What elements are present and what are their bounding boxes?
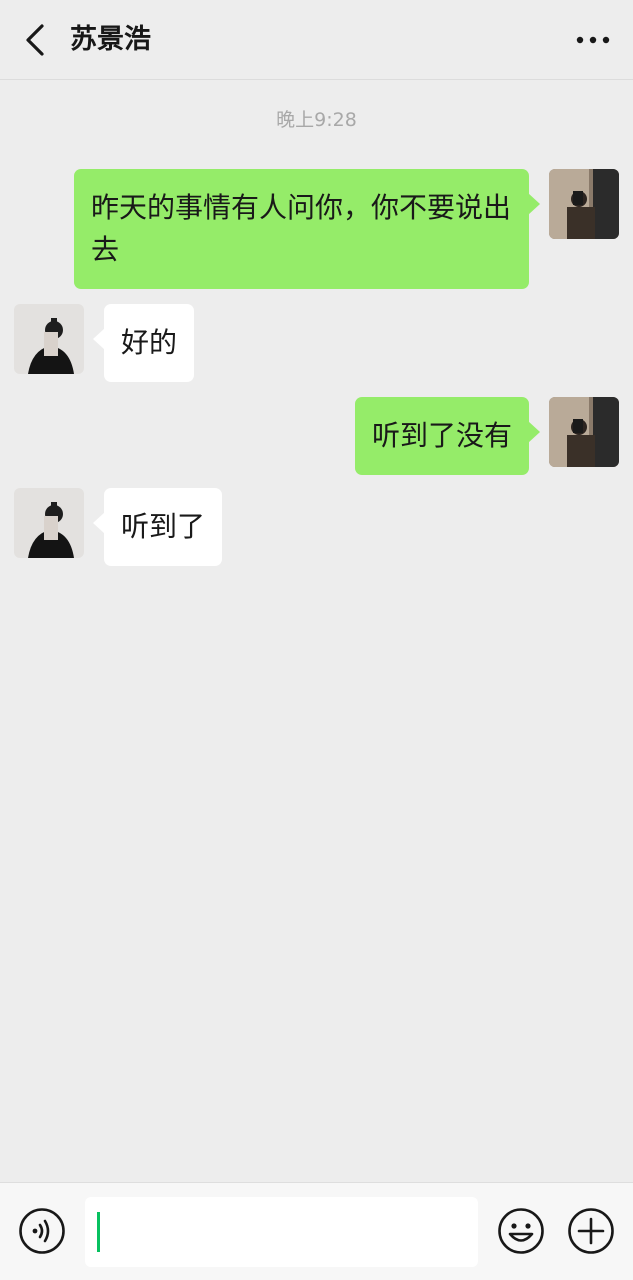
avatar-image	[14, 488, 84, 558]
message-text: 好的	[121, 326, 178, 359]
text-cursor	[97, 1212, 100, 1252]
message-bubble-received[interactable]: 听到了	[92, 488, 223, 566]
message-bubble-received[interactable]: 好的	[92, 304, 195, 382]
message-input[interactable]	[85, 1197, 478, 1267]
message-timestamp: 晚上9:28	[276, 109, 357, 131]
more-button[interactable]	[571, 18, 615, 62]
my-avatar[interactable]	[549, 169, 619, 239]
emoji-icon	[498, 1208, 544, 1254]
contact-avatar[interactable]	[14, 488, 84, 558]
voice-button[interactable]	[18, 1207, 66, 1255]
more-functions-button[interactable]	[567, 1207, 615, 1255]
message-bubble-sent[interactable]: 昨天的事情有人问你，你不要说出去	[74, 169, 540, 289]
avatar-image	[549, 169, 619, 239]
avatar-image	[549, 397, 619, 467]
message-bubble-sent[interactable]: 听到了没有	[354, 397, 541, 475]
my-avatar[interactable]	[549, 397, 619, 467]
chat-title: 苏景浩	[70, 24, 151, 55]
more-horizontal-icon	[576, 36, 610, 44]
input-bar	[0, 1182, 633, 1280]
message-text: 昨天的事情有人问你，你不要说出去	[91, 191, 512, 266]
message-text: 听到了没有	[371, 419, 512, 452]
contact-avatar[interactable]	[14, 304, 84, 374]
avatar-image	[14, 304, 84, 374]
emoji-button[interactable]	[497, 1207, 545, 1255]
voice-icon	[19, 1208, 65, 1254]
plus-icon	[568, 1208, 614, 1254]
chat-header: 苏景浩	[0, 0, 633, 80]
chevron-left-icon	[26, 24, 44, 56]
message-text: 听到了	[121, 510, 206, 543]
back-button[interactable]	[14, 18, 58, 62]
